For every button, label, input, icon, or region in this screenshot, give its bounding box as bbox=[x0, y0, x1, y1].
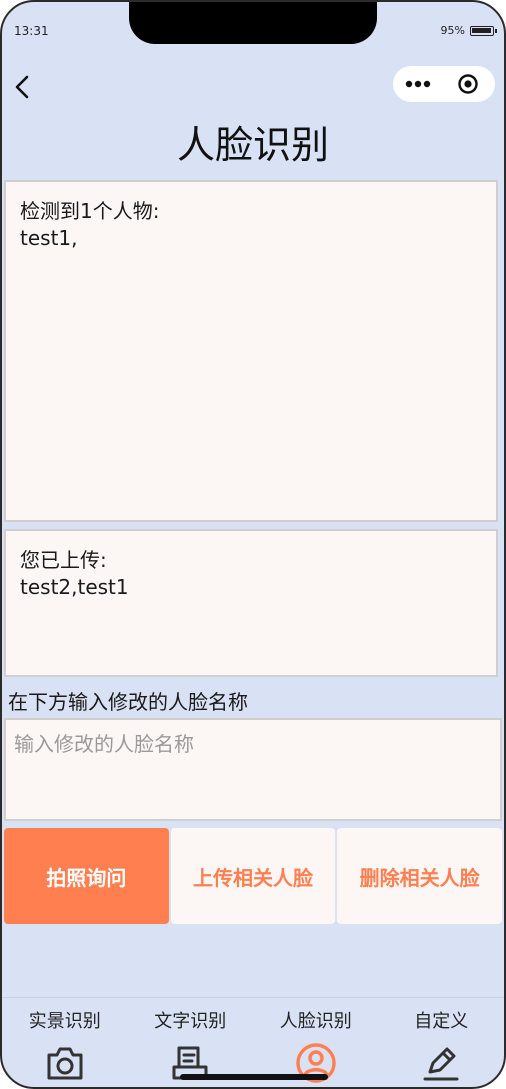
uploaded-header: 您已上传: bbox=[20, 548, 107, 572]
uploaded-faces-panel: 您已上传: test2,test1 bbox=[4, 529, 498, 677]
back-button[interactable] bbox=[8, 72, 36, 102]
detection-names: test1, bbox=[20, 226, 78, 250]
detection-result-panel: 检测到1个人物: test1, bbox=[4, 180, 498, 522]
more-dots-icon bbox=[405, 80, 431, 88]
tab-label: 文字识别 bbox=[154, 1011, 227, 1032]
status-battery: 95% bbox=[440, 24, 497, 37]
detection-result-text: 检测到1个人物: test1, bbox=[6, 182, 496, 268]
uploaded-names: test2,test1 bbox=[20, 575, 129, 599]
delete-face-button[interactable]: 删除相关人脸 bbox=[337, 828, 503, 924]
chevron-left-icon bbox=[15, 75, 29, 99]
home-indicator[interactable] bbox=[180, 1074, 328, 1080]
uploaded-faces-text: 您已上传: test2,test1 bbox=[6, 531, 496, 617]
phone-frame: 13:31 95% 人脸识别 检测到1个人物: test1, 您已上传: tes… bbox=[0, 0, 506, 1089]
tab-custom[interactable]: 自定义 bbox=[379, 998, 505, 1087]
upload-face-button[interactable]: 上传相关人脸 bbox=[170, 828, 336, 924]
tab-label: 实景识别 bbox=[28, 1011, 101, 1032]
battery-percent: 95% bbox=[440, 24, 465, 37]
battery-icon bbox=[470, 25, 497, 36]
edit-hint: 在下方输入修改的人脸名称 bbox=[8, 690, 248, 714]
action-buttons: 拍照询问 上传相关人脸 删除相关人脸 bbox=[4, 828, 503, 924]
capsule-menu bbox=[393, 66, 495, 102]
face-name-input[interactable] bbox=[4, 718, 502, 821]
target-circle-icon bbox=[458, 74, 478, 94]
tab-scene-recognition[interactable]: 实景识别 bbox=[2, 998, 128, 1087]
camera-icon bbox=[47, 1047, 83, 1080]
close-miniprogram-button[interactable] bbox=[443, 66, 493, 102]
pencil-icon bbox=[423, 1047, 459, 1081]
status-time: 13:31 bbox=[14, 24, 49, 38]
tab-label: 人脸识别 bbox=[279, 1011, 352, 1032]
detection-header: 检测到1个人物: bbox=[20, 199, 160, 223]
take-photo-query-button[interactable]: 拍照询问 bbox=[4, 828, 169, 924]
tab-label: 自定义 bbox=[414, 1011, 469, 1032]
more-button[interactable] bbox=[393, 66, 443, 102]
page-title: 人脸识别 bbox=[176, 123, 329, 167]
notch bbox=[129, 2, 377, 44]
